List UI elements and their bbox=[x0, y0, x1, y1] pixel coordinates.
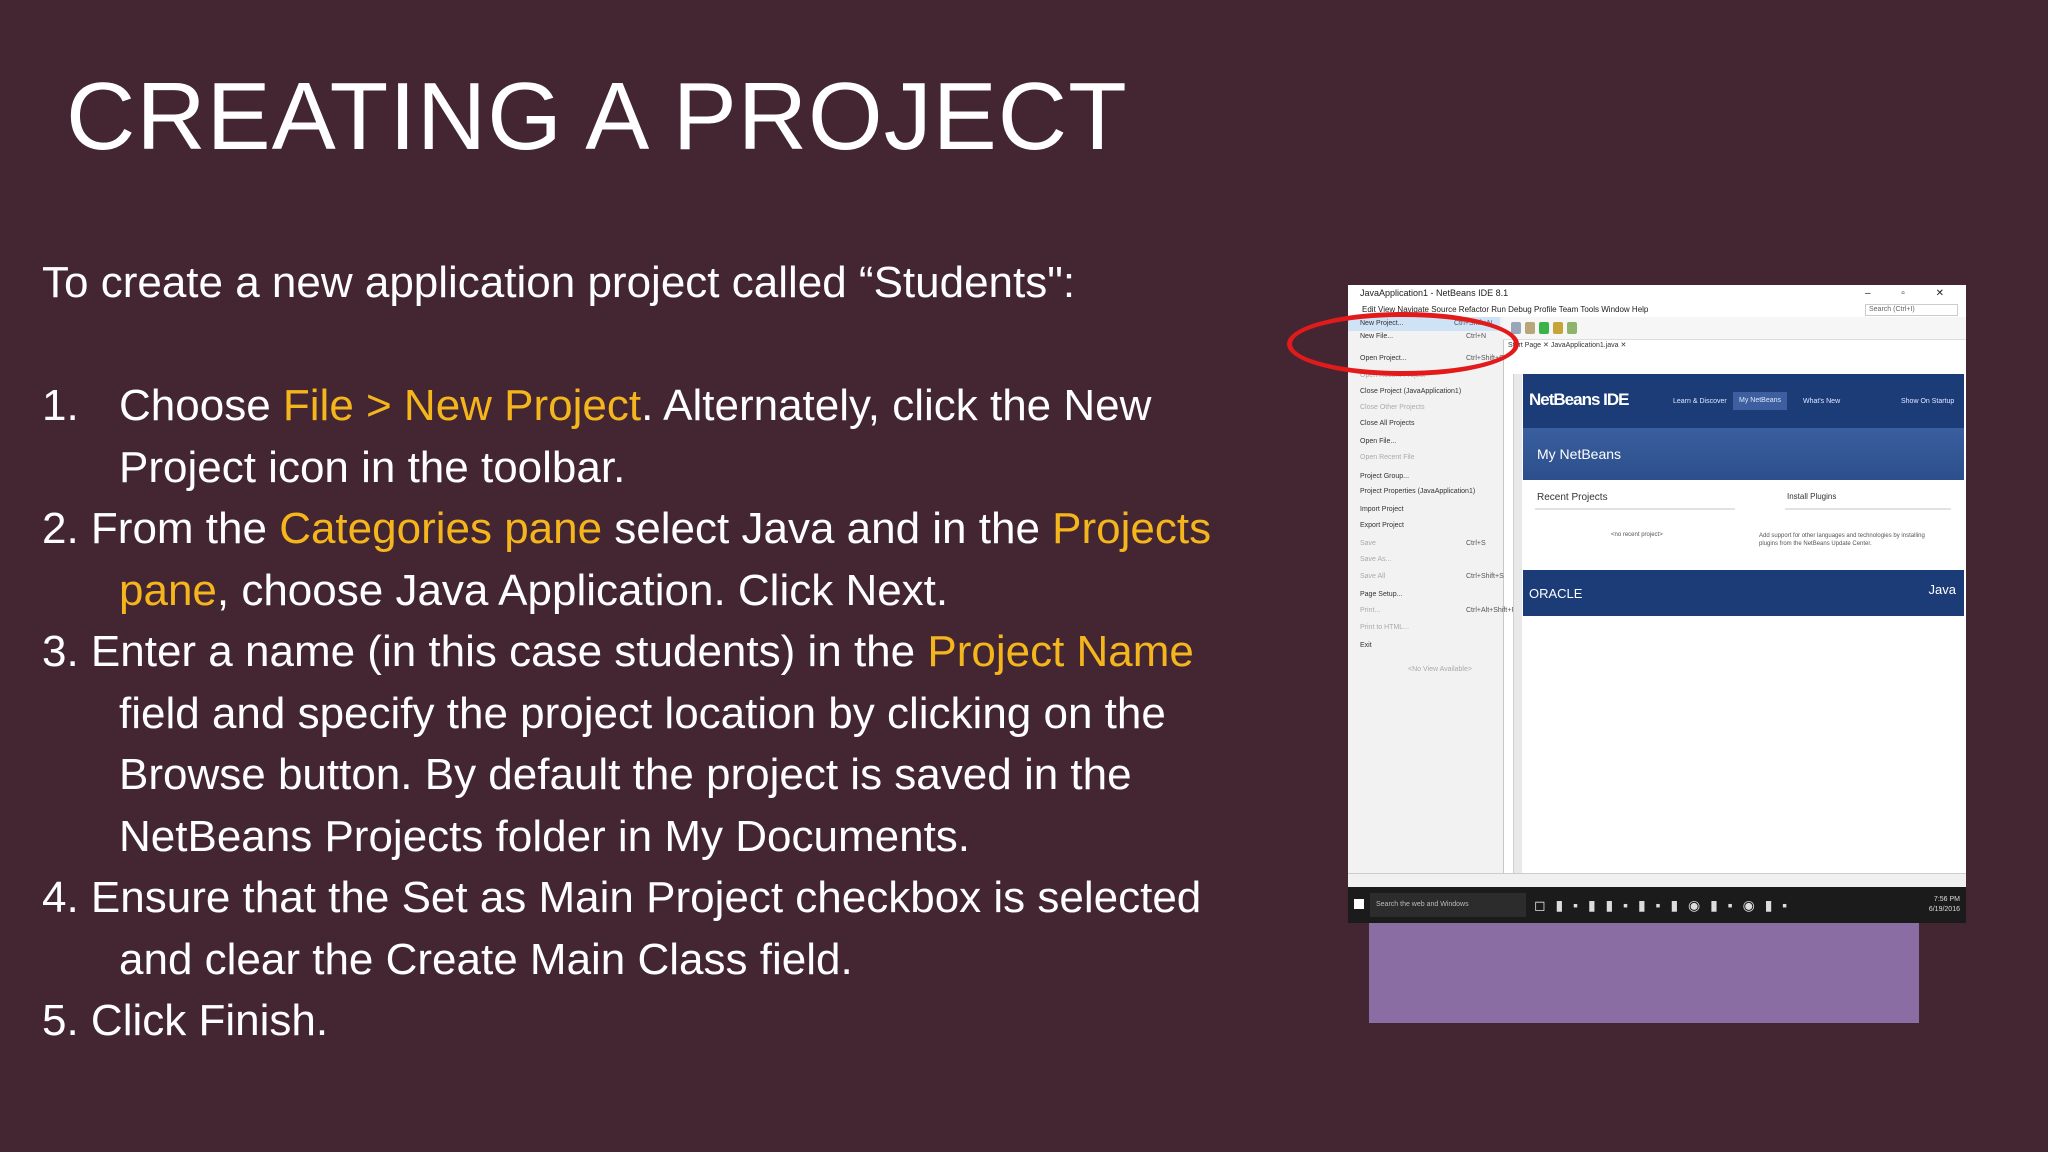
slide-title: CREATING A PROJECT bbox=[66, 63, 1128, 170]
window-controls: – ▫ ✕ bbox=[1864, 288, 1958, 299]
step-5: 5. Click Finish. bbox=[42, 990, 1292, 1052]
intro-text: To create a new application project call… bbox=[42, 258, 1076, 307]
windows-start-icon bbox=[1354, 899, 1364, 909]
divider bbox=[1535, 508, 1735, 510]
run-icon bbox=[1539, 322, 1549, 334]
nav-whats-new: What's New bbox=[1803, 398, 1841, 405]
annotation-circle bbox=[1287, 312, 1519, 376]
oracle-logo: ORACLE bbox=[1529, 586, 1583, 601]
step-3: 3. Enter a name (in this case students) … bbox=[42, 621, 1292, 867]
file-menu-item: Print to HTML... bbox=[1360, 624, 1410, 631]
file-menu-item: Project Properties (JavaApplication1) bbox=[1360, 488, 1476, 495]
file-menu-item: Page Setup... bbox=[1360, 591, 1403, 598]
start-page-content: Recent Projects Install Plugins <no rece… bbox=[1523, 480, 1964, 570]
file-menu-item: Exit bbox=[1360, 642, 1372, 649]
profile-icon bbox=[1567, 322, 1577, 334]
file-menu-item: Save Ctrl+S bbox=[1360, 540, 1486, 547]
step-text: 2. From the bbox=[42, 504, 280, 553]
step-text: 5. Click Finish. bbox=[42, 996, 329, 1045]
java-logo: Java bbox=[1928, 582, 1956, 597]
divider bbox=[1785, 508, 1951, 510]
file-menu-dropdown: New Project... Ctrl+Shift+N New File... Ctr… bbox=[1348, 317, 1516, 873]
step-text: Browse button. By default the project is… bbox=[119, 750, 1132, 799]
step-text: . Alternately, click the New bbox=[641, 381, 1152, 430]
pane-highlight: pane bbox=[119, 565, 217, 615]
build-icon bbox=[1511, 322, 1521, 334]
file-menu-item: Open File... bbox=[1360, 438, 1397, 445]
step-text: and clear the Create Main Class field. bbox=[119, 934, 853, 984]
netbeans-screenshot: JavaApplication1 - NetBeans IDE 8.1 – ▫ … bbox=[1348, 285, 1966, 923]
step-text: , choose Java Application. Click Next. bbox=[216, 565, 949, 615]
categories-highlight: Categories pane bbox=[279, 504, 603, 553]
install-plugins-heading: Install Plugins bbox=[1787, 492, 1837, 501]
no-recent-project: <no recent project> bbox=[1611, 532, 1663, 538]
step-number: 1. bbox=[42, 381, 79, 430]
menu-path-highlight: File > New Project bbox=[282, 381, 642, 430]
file-menu-item: Close Project (JavaApplication1) bbox=[1360, 388, 1462, 395]
file-menu-item: Close Other Projects bbox=[1360, 404, 1425, 411]
file-menu-item: Close All Projects bbox=[1360, 420, 1415, 427]
clean-icon bbox=[1525, 322, 1535, 334]
file-menu-item: Project Group... bbox=[1360, 473, 1410, 480]
step-2: 2. From the Categories pane select Java … bbox=[42, 498, 1292, 621]
taskbar-search: Search the web and Windows bbox=[1370, 893, 1526, 917]
step-text: field and specify the project location b… bbox=[119, 688, 1166, 738]
start-page-footer: ORACLE Java bbox=[1523, 570, 1964, 616]
debug-icon bbox=[1553, 322, 1563, 334]
file-menu-item: Import Project bbox=[1360, 506, 1404, 513]
panel-divider bbox=[1513, 374, 1522, 874]
file-menu-item: Open Recent File bbox=[1360, 454, 1415, 461]
netbeans-logo: NetBeans IDE bbox=[1529, 390, 1629, 409]
step-text: 4. Ensure that the Set as Main Project c… bbox=[42, 873, 1202, 922]
window-titlebar: JavaApplication1 - NetBeans IDE 8.1 – ▫ … bbox=[1348, 285, 1966, 302]
step-text: 3. Enter a name (in this case students) … bbox=[42, 627, 928, 676]
file-menu-item: Save As... bbox=[1360, 556, 1392, 563]
file-menu-item: Save All Ctrl+Shift+S bbox=[1360, 573, 1504, 580]
project-name-highlight: Project Name bbox=[927, 627, 1194, 676]
start-page-header: NetBeans IDE Learn & Discover My NetBean… bbox=[1523, 374, 1964, 428]
windows-taskbar: Search the web and Windows ◻ ▮ ▪ ▮ ▮ ▪ ▮… bbox=[1348, 887, 1966, 923]
nav-my-netbeans: My NetBeans bbox=[1733, 392, 1788, 410]
nav-learn: Learn & Discover bbox=[1673, 398, 1727, 405]
step-text: NetBeans Projects folder in My Documents… bbox=[119, 811, 971, 861]
steps-list: 1. Choose File > New Project. Alternatel… bbox=[42, 375, 1292, 1052]
my-netbeans-banner: My NetBeans bbox=[1523, 428, 1964, 480]
step-text: select Java and in the bbox=[602, 504, 1053, 553]
plugins-description: Add support for other languages and tech… bbox=[1759, 533, 1925, 547]
step-4: 4. Ensure that the Set as Main Project c… bbox=[42, 867, 1292, 990]
ide-toolbar bbox=[1503, 317, 1966, 340]
file-menu-item: Print... Ctrl+Alt+Shift+P bbox=[1360, 607, 1516, 614]
window-title: JavaApplication1 - NetBeans IDE 8.1 bbox=[1360, 288, 1509, 298]
taskbar-clock: 7:56 PM 6/19/2016 bbox=[1928, 896, 1960, 913]
step-1: 1. Choose File > New Project. Alternatel… bbox=[42, 375, 1292, 498]
projects-highlight: Projects bbox=[1052, 504, 1212, 553]
file-menu-item: <No View Available> bbox=[1408, 666, 1472, 673]
editor-tabs: Start Page ✕ JavaApplication1.java ✕ bbox=[1508, 342, 1627, 349]
status-bar bbox=[1348, 873, 1966, 888]
step-text: Choose bbox=[119, 381, 283, 430]
recent-projects-heading: Recent Projects bbox=[1537, 492, 1608, 503]
nav-show-on-startup: Show On Startup bbox=[1901, 398, 1955, 405]
banner-title: My NetBeans bbox=[1537, 446, 1622, 462]
ide-search-box: Search (Ctrl+I) bbox=[1865, 304, 1958, 316]
file-menu-item: Export Project bbox=[1360, 522, 1404, 529]
step-text: Project icon in the toolbar. bbox=[119, 442, 626, 492]
taskbar-app-icons: ◻ ▮ ▪ ▮ ▮ ▪ ▮ ▪ ▮ ◉ ▮ ▪ ◉ ▮ ▪ bbox=[1534, 897, 1791, 913]
